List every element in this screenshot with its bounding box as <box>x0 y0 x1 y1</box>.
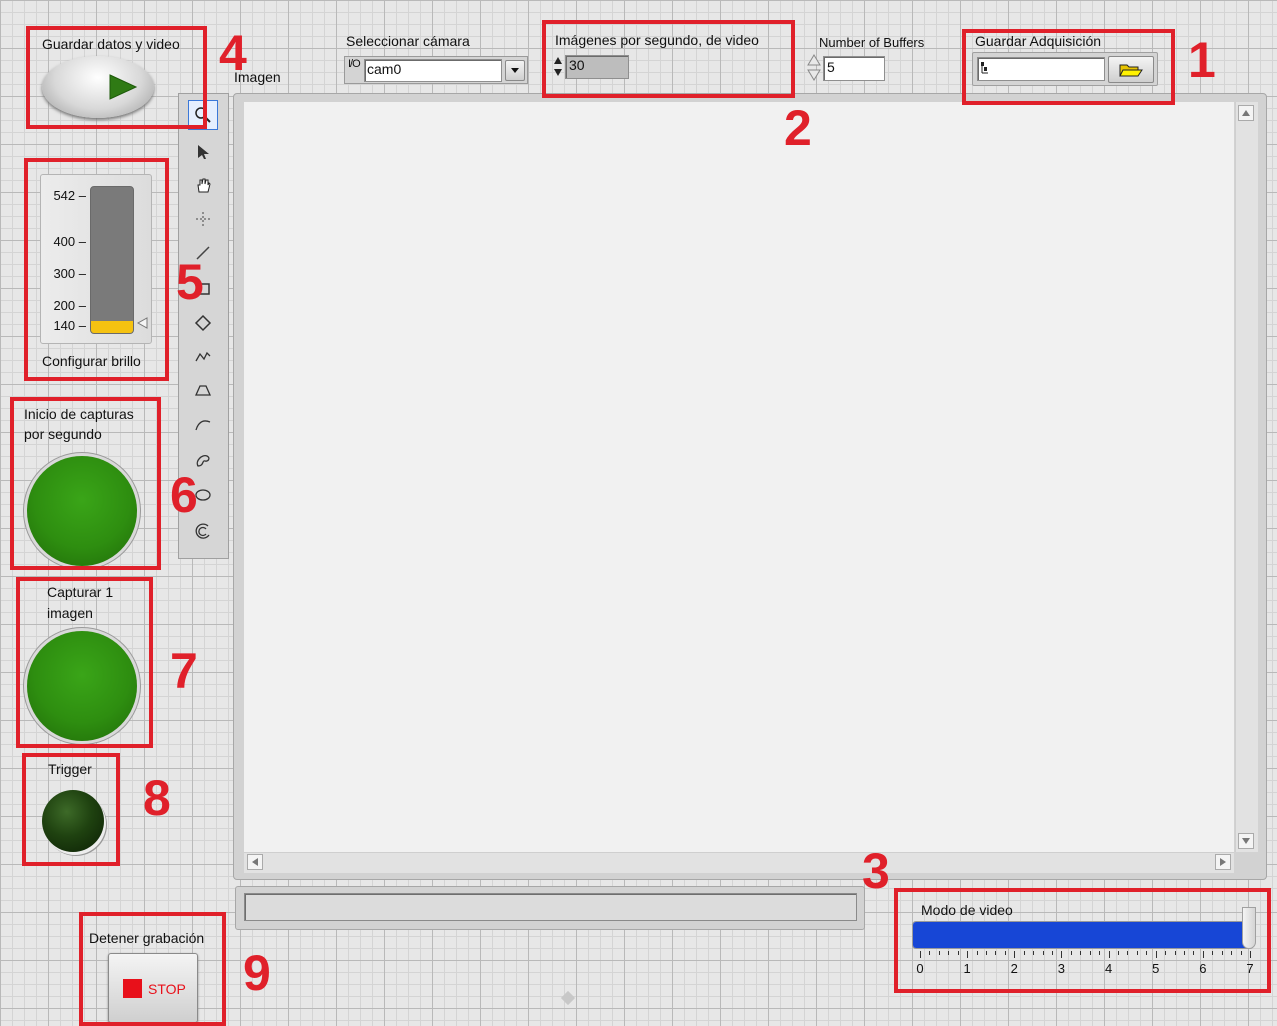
annotation-number-8: 8 <box>143 770 171 826</box>
camera-select-value[interactable]: cam0 <box>364 59 502 82</box>
annotation-box-4 <box>26 26 207 129</box>
annotation-box-7 <box>16 577 153 748</box>
annotation-box-8 <box>22 753 120 866</box>
pan-hand-tool-icon[interactable] <box>188 170 218 200</box>
rotated-rectangle-tool-icon[interactable] <box>188 308 218 338</box>
resize-handle-icon <box>560 990 576 1006</box>
annotation-number-4: 4 <box>219 25 247 81</box>
numeric-arrows-icon[interactable] <box>806 53 822 83</box>
image-canvas[interactable] <box>244 102 1234 852</box>
annotation-box-9 <box>79 912 226 1026</box>
annotation-box-3 <box>894 888 1271 993</box>
io-prefix-text: I/O <box>348 58 361 70</box>
pointer-tool-icon[interactable] <box>188 136 218 166</box>
annotation-box-1 <box>962 29 1175 105</box>
camera-dropdown-arrow-icon[interactable] <box>505 60 525 81</box>
io-name-icon: I/O <box>348 58 361 70</box>
horizontal-scrollbar[interactable] <box>244 852 1234 873</box>
point-tool-icon[interactable] <box>188 204 218 234</box>
buffers-label: Number of Buffers <box>819 35 925 50</box>
annotation-number-9: 9 <box>243 945 271 1001</box>
scroll-down-arrow-icon[interactable] <box>1238 833 1254 849</box>
freehand-line-tool-icon[interactable] <box>188 410 218 440</box>
polygon-tool-icon[interactable] <box>188 376 218 406</box>
annotation-number-1: 1 <box>1188 32 1216 88</box>
annotation-number-3: 3 <box>862 843 890 899</box>
buffers-value[interactable]: 5 <box>823 56 885 81</box>
annotation-box-5 <box>24 158 169 381</box>
annotation-number-7: 7 <box>170 643 198 699</box>
annotation-number-6: 6 <box>170 467 198 523</box>
scroll-up-arrow-icon[interactable] <box>1238 105 1254 121</box>
annotation-box-2 <box>542 20 795 98</box>
annotation-number-2: 2 <box>784 100 812 156</box>
annotation-box-6 <box>10 397 161 570</box>
image-status-field <box>244 893 857 921</box>
buffers-increment-decrement[interactable] <box>806 53 822 83</box>
camera-select-label: Seleccionar cámara <box>346 33 470 49</box>
vertical-scrollbar[interactable] <box>1235 102 1258 852</box>
polyline-tool-icon[interactable] <box>188 342 218 372</box>
annotation-number-5: 5 <box>176 254 204 310</box>
scroll-right-arrow-icon[interactable] <box>1215 854 1231 870</box>
scroll-left-arrow-icon[interactable] <box>247 854 263 870</box>
